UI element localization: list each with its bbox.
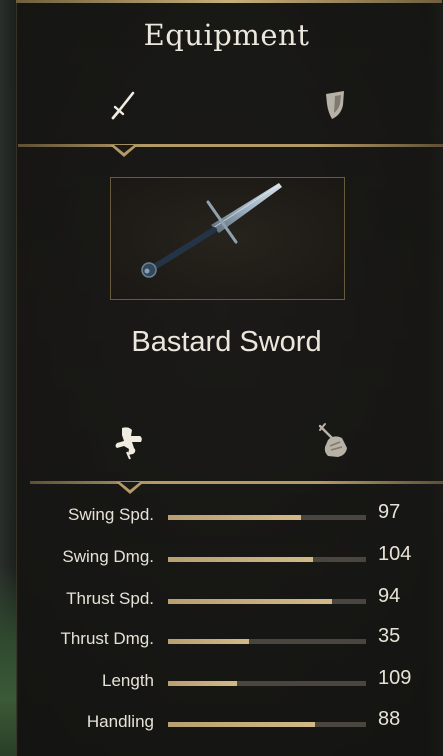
stat-bar-track xyxy=(168,515,366,520)
stat-row-length: Length 109 xyxy=(0,667,443,701)
stat-bar-track xyxy=(168,599,366,604)
stat-row-thrust-damage: Thrust Dmg. 35 xyxy=(0,625,443,659)
thrust-hand-icon xyxy=(318,423,347,457)
stat-row-thrust-speed: Thrust Spd. 94 xyxy=(0,585,443,619)
tab-weapon[interactable] xyxy=(108,88,138,122)
stat-bar-fill xyxy=(168,557,313,562)
stat-label: Swing Dmg. xyxy=(62,547,154,566)
stat-value: 94 xyxy=(378,585,401,607)
stat-row-swing-damage: Swing Dmg. 104 xyxy=(0,543,443,577)
sword-icon xyxy=(111,91,135,120)
panel-title: Equipment xyxy=(143,18,310,52)
bastard-sword-icon xyxy=(141,183,282,278)
weapon-name: Bastard Sword xyxy=(131,326,322,358)
stat-label: Handling xyxy=(86,712,154,731)
tabs-divider xyxy=(18,144,443,147)
stats-divider xyxy=(30,481,443,484)
weapon-preview-frame xyxy=(110,177,345,300)
stat-bar-track xyxy=(168,557,366,562)
stat-label: Thrust Dmg. xyxy=(60,629,154,648)
stat-bar-fill xyxy=(168,515,301,520)
stat-bar-fill xyxy=(168,722,315,727)
selected-tab-indicator-inner xyxy=(114,145,134,153)
stat-bar-track xyxy=(168,681,366,686)
stat-bar-track xyxy=(168,722,366,727)
stat-row-swing-speed: Swing Spd. 97 xyxy=(0,501,443,535)
stat-label: Swing Spd. xyxy=(68,505,154,524)
stat-row-handling: Handling 88 xyxy=(0,708,443,742)
stat-bar-fill xyxy=(168,681,238,686)
tab-swing-stats[interactable] xyxy=(112,424,146,460)
stat-bar-fill xyxy=(168,599,333,604)
stat-value: 88 xyxy=(378,708,401,730)
tab-thrust-stats[interactable] xyxy=(316,422,350,460)
stat-bar-fill xyxy=(168,639,250,644)
panel-top-border xyxy=(16,0,442,3)
stat-bar-track xyxy=(168,639,366,644)
stat-label: Length xyxy=(102,671,154,690)
stat-value: 97 xyxy=(378,501,401,523)
swing-stance-icon xyxy=(115,427,142,460)
stat-value: 109 xyxy=(378,667,412,689)
shield-icon xyxy=(326,91,344,119)
stat-value: 35 xyxy=(378,625,401,647)
stat-value: 104 xyxy=(378,543,412,565)
selected-stat-tab-indicator-inner xyxy=(120,482,140,490)
stat-label: Thrust Spd. xyxy=(66,589,154,608)
tab-armor[interactable] xyxy=(320,88,350,122)
